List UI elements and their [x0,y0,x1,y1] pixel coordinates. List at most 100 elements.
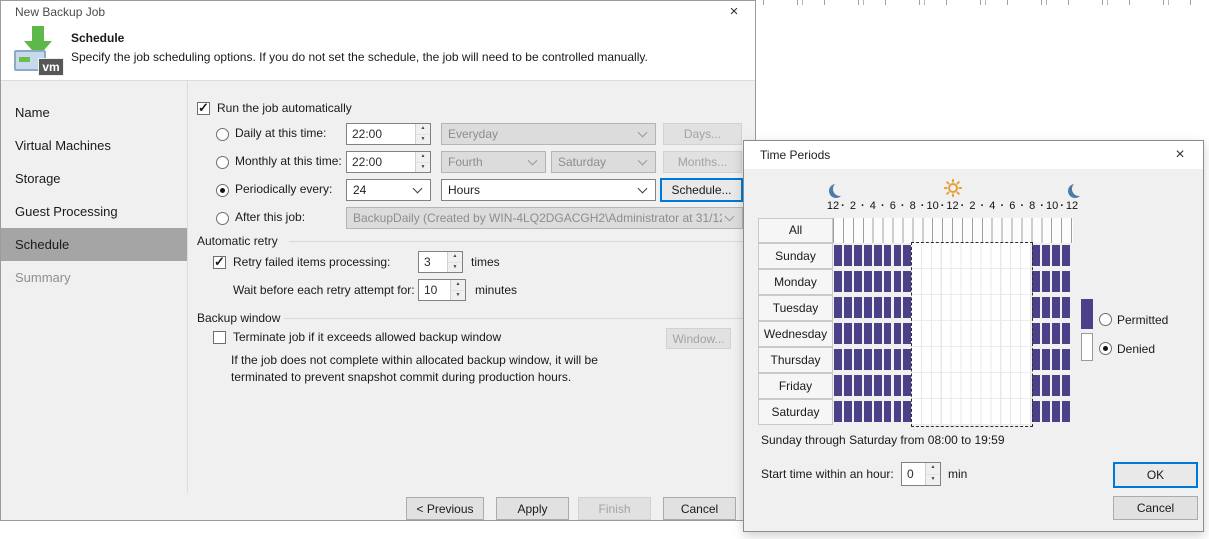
grid-day-button-friday[interactable]: Friday [758,373,833,399]
grid-cell-permitted[interactable] [834,375,842,396]
retry-wait-spinner[interactable]: 10 ▲▼ [418,279,466,301]
grid-cell-permitted[interactable] [874,349,882,370]
grid-cell-permitted[interactable] [1062,271,1070,292]
sidebar-item-schedule[interactable]: Schedule [1,228,187,261]
grid-cell-permitted[interactable] [864,401,872,422]
grid-day-button-saturday[interactable]: Saturday [758,399,833,425]
grid-cell-permitted[interactable] [844,297,852,318]
grid-cell-permitted[interactable] [1062,375,1070,396]
grid-cell-permitted[interactable] [874,323,882,344]
grid-cell-permitted[interactable] [874,401,882,422]
grid-cell-permitted[interactable] [874,245,882,266]
grid-cell-permitted[interactable] [1032,297,1040,318]
spin-up-icon[interactable]: ▲ [416,152,430,163]
grid-cell-permitted[interactable] [1042,349,1050,370]
grid-day-button-tuesday[interactable]: Tuesday [758,295,833,321]
grid-day-button-monday[interactable]: Monday [758,269,833,295]
sidebar-item-name[interactable]: Name [1,96,187,129]
retry-times-spinner[interactable]: 3 ▲▼ [418,251,463,273]
grid-cell-permitted[interactable] [834,323,842,344]
grid-cell-permitted[interactable] [1042,297,1050,318]
grid-cell-permitted[interactable] [874,271,882,292]
grid-cell-permitted[interactable] [864,297,872,318]
grid-cell-permitted[interactable] [854,401,862,422]
grid-cell-permitted[interactable] [854,349,862,370]
retry-wait-spin-buttons[interactable]: ▲▼ [450,280,465,300]
run-automatically-checkbox[interactable] [197,102,210,115]
grid-cell-permitted[interactable] [884,323,892,344]
grid-cell-permitted[interactable] [894,323,902,344]
grid-cell-permitted[interactable] [1042,271,1050,292]
grid-cell-permitted[interactable] [884,375,892,396]
spin-up-icon[interactable]: ▲ [416,124,430,135]
periodically-unit-dropdown[interactable]: Hours [441,179,656,201]
grid-cell-permitted[interactable] [1042,323,1050,344]
grid-cell-permitted[interactable] [894,245,902,266]
retry-times-spin-buttons[interactable]: ▲▼ [447,252,462,272]
monthly-time-spinner[interactable]: 22:00 ▲▼ [346,151,431,173]
grid-cell-permitted[interactable] [844,349,852,370]
start-time-spinner[interactable]: 0 ▲▼ [901,462,941,486]
grid-cell-permitted[interactable] [894,297,902,318]
grid-cell-permitted[interactable] [894,375,902,396]
cancel-button[interactable]: Cancel [663,497,736,520]
daily-radio[interactable] [216,128,229,141]
grid-cell-permitted[interactable] [874,297,882,318]
grid-cell-permitted[interactable] [1032,375,1040,396]
spin-down-icon[interactable]: ▼ [926,475,940,486]
daily-time-spin-buttons[interactable]: ▲▼ [415,124,430,144]
grid-cell-permitted[interactable] [1042,401,1050,422]
grid-day-button-sunday[interactable]: Sunday [758,243,833,269]
permitted-radio[interactable] [1099,313,1112,326]
grid-cell-permitted[interactable] [1052,271,1060,292]
previous-button[interactable]: < Previous [406,497,484,520]
daily-time-spinner[interactable]: 22:00 ▲▼ [346,123,431,145]
grid-cell-permitted[interactable] [834,349,842,370]
terminate-job-checkbox[interactable] [213,331,226,344]
grid-cell-permitted[interactable] [1052,323,1060,344]
spin-down-icon[interactable]: ▼ [416,163,430,173]
grid-all-row-button[interactable]: All [758,218,833,243]
grid-cell-permitted[interactable] [1052,401,1060,422]
sidebar-item-guest-processing[interactable]: Guest Processing [1,195,187,228]
grid-cell-permitted[interactable] [834,401,842,422]
retry-failed-checkbox[interactable] [213,256,226,269]
spin-up-icon[interactable]: ▲ [451,280,465,291]
ok-button[interactable]: OK [1113,462,1198,488]
apply-button[interactable]: Apply [496,497,569,520]
grid-cell-permitted[interactable] [1062,401,1070,422]
close-icon[interactable]: × [1165,141,1195,168]
grid-cell-permitted[interactable] [854,297,862,318]
schedule-button[interactable]: Schedule... [660,178,743,202]
grid-cell-permitted[interactable] [884,297,892,318]
grid-day-button-thursday[interactable]: Thursday [758,347,833,373]
grid-cell-permitted[interactable] [854,245,862,266]
periodically-value-dropdown[interactable]: 24 [346,179,431,201]
grid-cell-permitted[interactable] [854,271,862,292]
grid-cell-permitted[interactable] [1042,245,1050,266]
grid-cell-permitted[interactable] [844,323,852,344]
grid-cell-permitted[interactable] [844,245,852,266]
grid-cell-permitted[interactable] [1062,297,1070,318]
grid-cell-permitted[interactable] [864,245,872,266]
grid-cell-permitted[interactable] [1052,349,1060,370]
grid-cell-permitted[interactable] [884,401,892,422]
grid-cell-permitted[interactable] [834,245,842,266]
grid-cell-permitted[interactable] [884,245,892,266]
grid-cell-permitted[interactable] [1042,375,1050,396]
tp-cancel-button[interactable]: Cancel [1113,496,1198,520]
grid-cell-permitted[interactable] [884,271,892,292]
after-job-radio[interactable] [216,212,229,225]
grid-cell-permitted[interactable] [844,271,852,292]
grid-cell-permitted[interactable] [1062,349,1070,370]
grid-cell-permitted[interactable] [834,271,842,292]
monthly-radio[interactable] [216,156,229,169]
spin-down-icon[interactable]: ▼ [448,263,462,273]
grid-cell-permitted[interactable] [1062,245,1070,266]
sidebar-item-storage[interactable]: Storage [1,162,187,195]
grid-cell-permitted[interactable] [864,323,872,344]
grid-cell-permitted[interactable] [864,375,872,396]
periodically-radio[interactable] [216,184,229,197]
grid-cell-permitted[interactable] [844,375,852,396]
grid-cell-permitted[interactable] [894,271,902,292]
